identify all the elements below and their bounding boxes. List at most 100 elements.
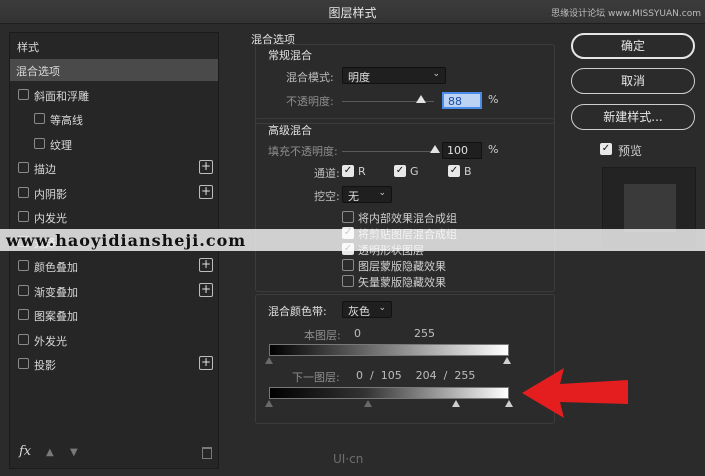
fill-opacity-slider[interactable] [342, 151, 436, 152]
watermark-text: www.haoyidiansheji.com [6, 231, 247, 250]
style-item-label: 斜面和浮雕 [34, 89, 89, 103]
add-style-plus-icon[interactable]: + [199, 258, 213, 272]
styles-header: 样式 [17, 41, 39, 54]
fill-opacity-input[interactable]: 100 [442, 142, 482, 159]
channel-g-checkbox[interactable]: ✓ [394, 165, 406, 177]
blend-if-value: 灰色 [348, 305, 370, 318]
underlying-white-split-slider[interactable] [452, 400, 460, 407]
style-item[interactable]: 描边 + [10, 157, 218, 179]
preview-swatch [624, 184, 676, 232]
underlying-black-slider[interactable] [265, 400, 273, 407]
preview-checkbox[interactable]: ✓ [600, 143, 612, 155]
advanced-option-label: 将内部效果混合成组 [358, 212, 457, 225]
this-layer-black-slider[interactable] [265, 357, 273, 364]
style-item[interactable]: 内阴影 + [10, 182, 218, 204]
style-item[interactable]: 内发光 [10, 206, 218, 228]
style-checkbox[interactable] [18, 358, 29, 369]
style-item[interactable]: 混合选项 [10, 59, 218, 81]
add-style-plus-icon[interactable]: + [199, 184, 213, 199]
general-blending-group: 常规混合 混合模式: 明度 ⌄ 不透明度: 88 % [255, 44, 555, 124]
style-item[interactable]: 颜色叠加 + [10, 255, 218, 277]
style-item-label: 渐变叠加 [34, 285, 78, 299]
this-layer-high: 255 [414, 327, 435, 340]
this-layer-label: 本图层: [304, 329, 341, 342]
corner-watermark: 思缘设计论坛 www.MISSYUAN.com [551, 9, 701, 19]
move-up-icon[interactable]: ▲ [46, 447, 54, 458]
styles-toolbar: fx ▲ ▼ [10, 440, 218, 468]
style-item[interactable]: 图案叠加 [10, 304, 218, 326]
knockout-select[interactable]: 无 ⌄ [342, 186, 392, 203]
opacity-slider-knob[interactable] [416, 95, 426, 103]
knockout-value: 无 [348, 190, 359, 203]
bottom-watermark: UI·cn [333, 452, 364, 466]
style-item[interactable]: 纹理 [10, 133, 218, 155]
fill-opacity-percent: % [488, 143, 499, 156]
style-checkbox[interactable] [18, 186, 29, 198]
knockout-label: 挖空: [314, 190, 340, 203]
add-style-plus-icon[interactable]: + [199, 160, 213, 174]
advanced-option-label: 图层蒙版隐藏效果 [358, 260, 446, 273]
style-checkbox[interactable] [34, 137, 45, 149]
style-item[interactable]: 投影 + [10, 353, 218, 375]
style-item-label: 纹理 [50, 138, 72, 152]
blend-mode-label: 混合模式: [286, 71, 334, 84]
ok-button[interactable]: 确定 [571, 33, 695, 59]
fill-opacity-label: 填充不透明度: [268, 145, 338, 158]
cancel-button[interactable]: 取消 [571, 68, 695, 94]
new-style-button[interactable]: 新建样式... [571, 104, 695, 130]
underlying-black-split-slider[interactable] [364, 400, 372, 407]
blend-if-select[interactable]: 灰色 ⌄ [342, 301, 392, 318]
channels-label: 通道: [314, 167, 340, 180]
style-item[interactable]: 等高线 [10, 108, 218, 130]
opacity-input[interactable]: 88 [442, 92, 482, 109]
channel-r-label: R [358, 165, 366, 178]
opacity-label: 不透明度: [286, 95, 334, 108]
fill-opacity-slider-knob[interactable] [430, 145, 440, 153]
this-layer-gradient-bar [269, 344, 509, 356]
style-item-label: 外发光 [34, 334, 67, 348]
add-style-plus-icon[interactable]: + [199, 356, 213, 370]
advanced-option-label: 矢量蒙版隐藏效果 [358, 276, 446, 289]
style-item-label: 混合选项 [16, 65, 60, 78]
blend-mode-value: 明度 [348, 71, 370, 84]
this-layer-low: 0 [354, 327, 361, 340]
underlying-layer-gradient-bar [269, 387, 509, 399]
move-down-icon[interactable]: ▼ [70, 447, 78, 458]
style-item-label: 内发光 [34, 212, 67, 225]
this-layer-white-slider[interactable] [503, 357, 511, 364]
style-item-label: 内阴影 [34, 187, 67, 201]
channel-r-checkbox[interactable]: ✓ [342, 165, 354, 177]
style-item-label: 等高线 [50, 114, 83, 127]
advanced-option-checkbox[interactable] [342, 259, 354, 271]
underlying-white-slider[interactable] [505, 400, 513, 407]
style-item-label: 投影 [34, 359, 56, 372]
style-item-label: 图案叠加 [34, 310, 78, 323]
channel-g-label: G [410, 165, 419, 178]
advanced-blending-title: 高级混合 [268, 124, 312, 137]
add-style-plus-icon[interactable]: + [199, 282, 213, 297]
style-item[interactable]: 外发光 [10, 329, 218, 351]
fx-icon[interactable]: fx [19, 444, 31, 459]
style-checkbox[interactable] [18, 333, 29, 345]
chevron-down-icon: ⌄ [378, 188, 386, 198]
style-checkbox[interactable] [34, 113, 45, 124]
red-arrow-icon [522, 368, 628, 418]
style-item-label: 颜色叠加 [34, 261, 78, 274]
opacity-percent: % [488, 93, 499, 106]
channel-b-checkbox[interactable]: ✓ [448, 165, 460, 177]
style-checkbox[interactable] [18, 309, 29, 320]
style-checkbox[interactable] [18, 260, 29, 271]
style-checkbox[interactable] [18, 284, 29, 296]
style-checkbox[interactable] [18, 88, 29, 100]
style-checkbox[interactable] [18, 162, 29, 173]
channel-b-label: B [464, 165, 472, 178]
style-item[interactable]: 渐变叠加 + [10, 280, 218, 302]
trash-icon[interactable] [202, 447, 212, 459]
advanced-option-checkbox[interactable] [342, 211, 354, 223]
blend-mode-select[interactable]: 明度 ⌄ [342, 67, 446, 84]
style-checkbox[interactable] [18, 211, 29, 222]
blend-if-label: 混合颜色带: [268, 305, 327, 318]
style-item[interactable]: 斜面和浮雕 [10, 84, 218, 106]
chevron-down-icon: ⌄ [432, 69, 440, 79]
advanced-option-checkbox[interactable] [342, 275, 354, 287]
